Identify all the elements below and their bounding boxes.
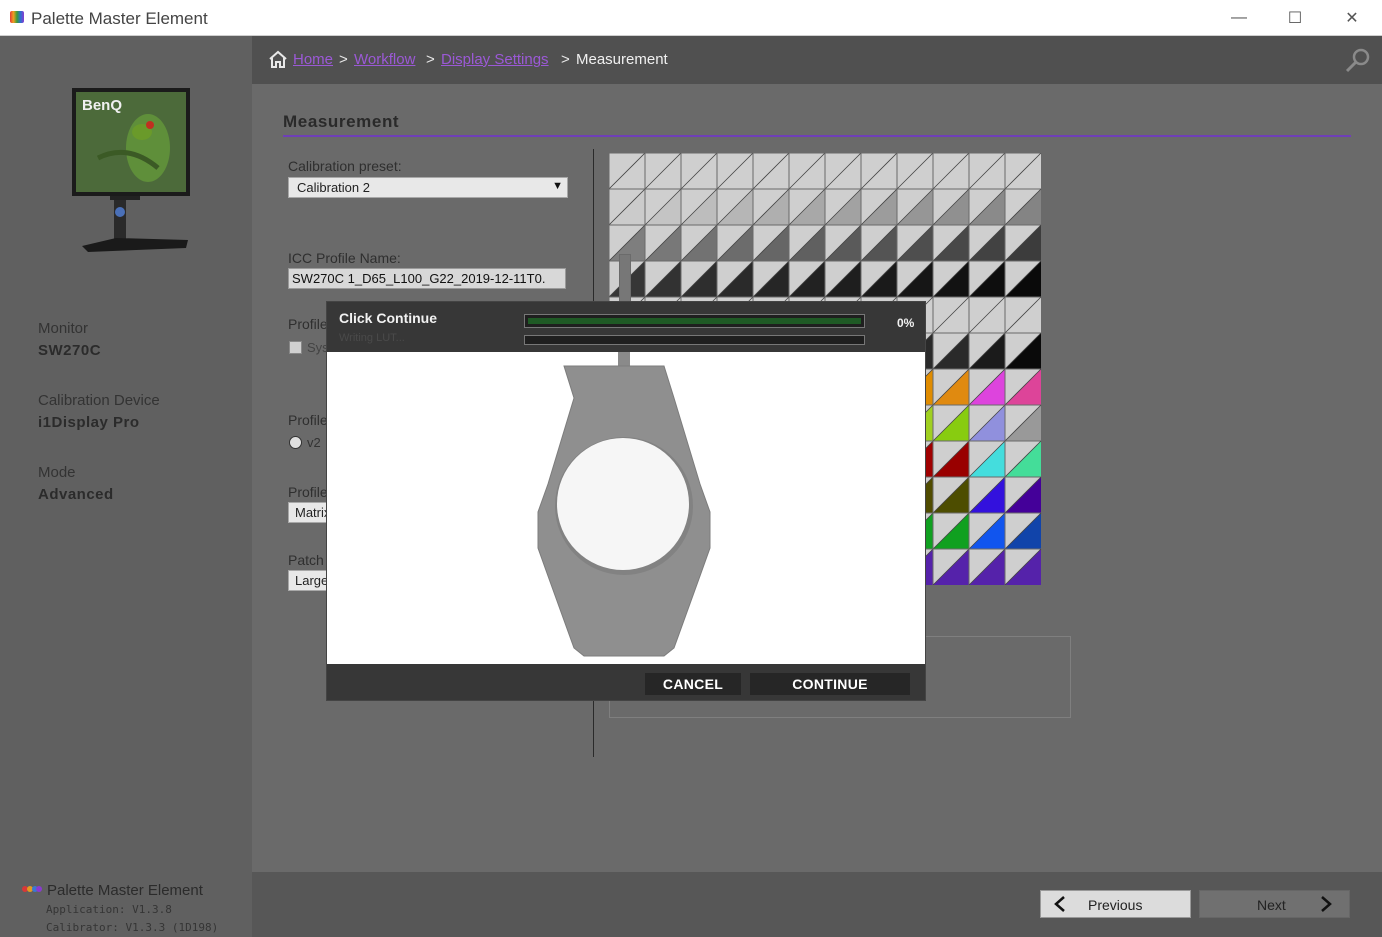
page-title: Measurement — [283, 112, 400, 131]
breadcrumb-workflow-link[interactable]: Workflow — [354, 51, 415, 68]
patch-size-select[interactable]: Large — [288, 570, 328, 591]
breadcrumb: Home > Workflow > Display Settings > Mea… — [252, 36, 1382, 84]
minimize-button[interactable]: — — [1210, 0, 1268, 36]
calibration-preset-label: Calibration preset: — [288, 158, 402, 174]
breadcrumb-separator: > — [339, 51, 348, 68]
icc-profile-name-input[interactable]: SW270C 1_D65_L100_G22_2019-12-11T0. — [288, 268, 566, 289]
monitor-brand-logo: BenQ — [82, 97, 122, 114]
app-window: Palette Master Element — ☐ ✕ BenQ Monito… — [0, 0, 1382, 937]
close-button[interactable]: ✕ — [1323, 0, 1381, 36]
secondary-progress-bar — [524, 335, 865, 345]
profile-option-label: Profile — [288, 316, 328, 332]
progress-bar-fill — [528, 318, 861, 324]
home-icon[interactable] — [268, 50, 288, 68]
icc-profile-name-label: ICC Profile Name: — [288, 250, 401, 266]
app-logo-icon — [10, 11, 24, 23]
mode-value: Advanced — [38, 486, 114, 503]
continue-button[interactable]: CONTINUE — [750, 673, 910, 695]
calibration-device-value: i1Display Pro — [38, 414, 140, 431]
cancel-button[interactable]: CANCEL — [645, 673, 741, 695]
maximize-button[interactable]: ☐ — [1266, 0, 1324, 36]
profile-type-select[interactable]: Matrix — [288, 502, 328, 523]
palette-master-logo-icon — [22, 886, 42, 892]
chevron-down-icon: ▼ — [552, 180, 563, 192]
search-icon[interactable] — [1344, 46, 1372, 74]
chevron-right-icon — [1321, 896, 1332, 912]
application-version: Application: V1.3.8 — [46, 903, 172, 916]
calibration-device-label: Calibration Device — [38, 392, 160, 409]
dialog-title: Click Continue — [339, 310, 438, 326]
progress-bar — [524, 314, 865, 328]
calibrator-device-image — [537, 352, 711, 657]
system-profile-checkbox-label: Sys — [307, 340, 329, 355]
sidebar: BenQ Monitor SW270C Calibration Device i… — [0, 36, 252, 937]
breadcrumb-home-link[interactable]: Home — [293, 51, 333, 68]
next-button-label: Next — [1257, 897, 1286, 913]
profile-type-label: Profile — [288, 484, 328, 500]
chevron-left-icon — [1054, 896, 1065, 912]
breadcrumb-separator: > — [426, 51, 435, 68]
monitor-image: BenQ — [72, 88, 190, 252]
profile-version-radio-label: v2 — [307, 435, 321, 450]
breadcrumb-display-settings-link[interactable]: Display Settings — [441, 51, 549, 68]
product-name: Palette Master Element — [47, 882, 203, 899]
profile-version-label: Profile — [288, 412, 328, 428]
previous-button-label: Previous — [1088, 897, 1143, 913]
monitor-value: SW270C — [38, 342, 102, 359]
section-divider — [283, 135, 1351, 137]
calibration-preset-value: Calibration 2 — [297, 180, 370, 195]
monitor-label: Monitor — [38, 320, 89, 337]
breadcrumb-separator: > — [561, 51, 570, 68]
mode-label: Mode — [38, 464, 76, 481]
patch-size-label: Patch — [288, 552, 324, 568]
profile-version-radio[interactable] — [289, 436, 302, 449]
title-bar: Palette Master Element — ☐ ✕ — [0, 0, 1382, 36]
breadcrumb-current: Measurement — [576, 51, 668, 68]
progress-percent: 0% — [897, 316, 915, 330]
calibration-preset-select[interactable]: Calibration 2 ▼ — [288, 177, 568, 198]
next-button[interactable]: Next — [1199, 890, 1350, 918]
window-title: Palette Master Element — [31, 9, 208, 28]
dialog-status-text: Writing LUT... — [339, 332, 405, 344]
previous-button[interactable]: Previous — [1040, 890, 1191, 918]
system-profile-checkbox[interactable] — [289, 341, 302, 354]
dialog-header: Click Continue Writing LUT... 0% — [327, 302, 925, 352]
calibrator-version: Calibrator: V1.3.3 (1D198) — [46, 921, 219, 934]
click-continue-dialog: Click Continue Writing LUT... 0% CANCEL … — [327, 302, 925, 700]
dialog-footer: CANCEL CONTINUE — [327, 664, 925, 700]
